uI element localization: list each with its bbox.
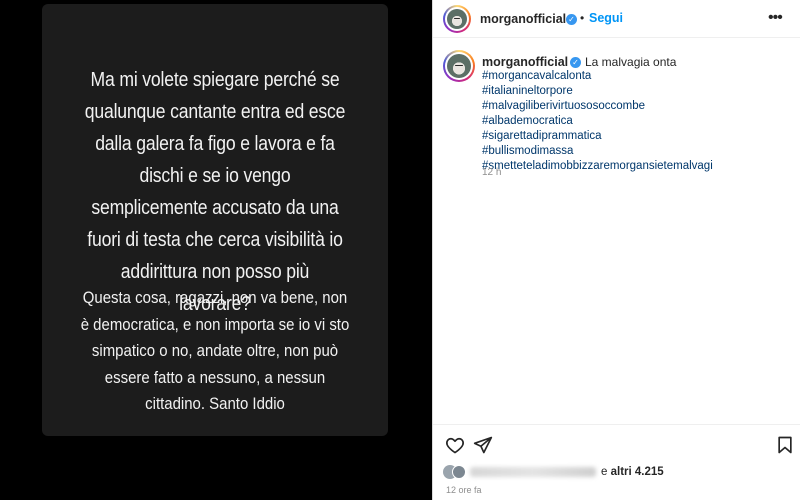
bookmark-icon[interactable] [775,435,795,455]
post-media[interactable]: Ma mi volete spiegare perché se qualunqu… [0,0,432,500]
blurred-liker-name [470,467,596,477]
story-main-text: Ma mi volete spiegare perché se qualunqu… [84,69,346,315]
post-actions [433,424,800,464]
verified-badge-icon: ✓ [566,14,577,25]
hashtag-link[interactable]: #smetteteladimobbizzaremorgansietemalvag… [482,159,713,174]
post-timestamp: 12 ore fa [446,485,482,495]
header-username[interactable]: morganofficial [480,12,566,26]
hashtag-link[interactable]: #sigarettadiprammatica [482,129,713,144]
likes-summary[interactable]: e altri 4.215 [443,465,793,481]
header-separator: • [580,11,585,25]
hashtag-link[interactable]: #morgancavalcalonta [482,69,713,84]
hashtag-list: #morgancavalcalonta #italianineltorpore … [482,69,713,174]
heart-icon[interactable] [445,435,465,455]
post-side-panel: morganofficial ✓ • Segui ••• morganoffic… [432,0,800,500]
more-horizontal-icon[interactable]: ••• [768,10,784,26]
caption-verified-icon: ✓ [570,57,581,68]
hashtag-link[interactable]: #albademocratica [482,114,713,129]
likes-count[interactable]: e altri 4.215 [601,466,664,478]
story-card: Ma mi volete spiegare perché se qualunqu… [42,4,388,436]
liker-avatar [452,465,466,479]
caption-username[interactable]: morganofficial [482,55,568,69]
caption-text: La malvagia onta [585,55,677,69]
profile-avatar[interactable] [443,5,471,33]
hashtag-link[interactable]: #malvagiliberivirtuososoccombe [482,99,713,114]
caption-time: 12 h [482,167,502,178]
caption-avatar[interactable] [443,50,475,82]
story-sub-text: Questa cosa, ragazzi, non va bene, non è… [80,288,350,413]
follow-button[interactable]: Segui [589,11,623,25]
send-icon[interactable] [473,435,493,455]
post-header: morganofficial ✓ • Segui ••• [433,0,800,38]
hashtag-link[interactable]: #bullismodimassa [482,144,713,159]
hashtag-link[interactable]: #italianineltorpore [482,84,713,99]
